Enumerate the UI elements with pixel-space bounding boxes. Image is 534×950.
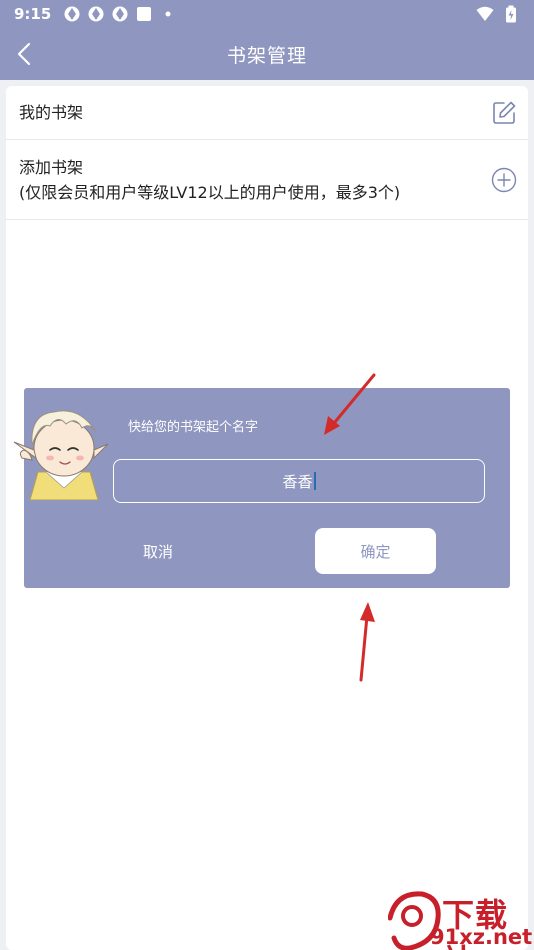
confirm-button[interactable]: 确定: [315, 528, 436, 574]
edit-icon: [493, 101, 516, 124]
notification-app-icon: [63, 5, 81, 23]
notification-app-icon: [87, 5, 105, 23]
edit-button[interactable]: [490, 99, 518, 127]
chevron-left-icon: [17, 42, 31, 66]
add-shelf-note: (仅限会员和用户等级LV12以上的用户使用，最多3个): [19, 182, 401, 202]
app-bar: 书架管理: [0, 28, 534, 80]
page-title: 书架管理: [226, 44, 307, 67]
notification-dot-icon: [159, 5, 177, 23]
notification-icons: [63, 5, 177, 23]
cancel-button[interactable]: 取消: [124, 528, 192, 574]
back-button[interactable]: [8, 38, 40, 70]
status-time: 9:15: [14, 5, 52, 23]
list-item-add-shelf[interactable]: 添加书架 (仅限会员和用户等级LV12以上的用户使用，最多3个): [6, 140, 528, 220]
status-bar: 9:15: [0, 0, 534, 28]
battery-icon: [502, 5, 520, 23]
annotation-arrow-bottom: [359, 602, 375, 682]
shelf-name-value: 香香: [282, 472, 313, 491]
my-shelf-label: 我的书架: [19, 103, 84, 122]
shelf-name-input[interactable]: 香香: [113, 459, 485, 503]
notification-square-icon: [135, 5, 153, 23]
mascot-character-image: [13, 410, 109, 500]
watermark-brand-bottom: 91xz.net: [430, 925, 533, 949]
notification-app-icon: [111, 5, 129, 23]
plus-circle-icon: [491, 167, 517, 192]
annotation-arrow-top: [324, 373, 376, 435]
dialog-title: 快给您的书架起个名字: [128, 420, 259, 435]
add-button[interactable]: [490, 166, 518, 194]
add-shelf-label: 添加书架: [19, 157, 84, 177]
list-item-my-shelf[interactable]: 我的书架: [6, 86, 528, 140]
system-icons: [476, 5, 520, 23]
wifi-icon: [476, 5, 494, 23]
text-caret: [313, 472, 316, 490]
